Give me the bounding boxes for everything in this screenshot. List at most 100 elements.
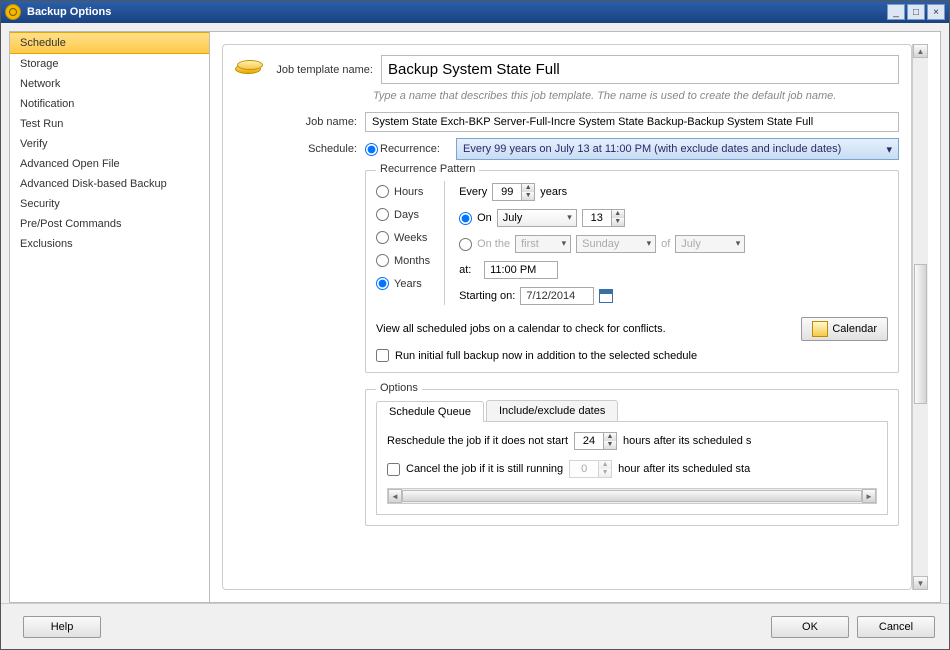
minimize-button[interactable]: _ (887, 4, 905, 20)
cancel-checkbox[interactable] (387, 463, 400, 476)
month-select[interactable]: July (497, 209, 577, 227)
cancel-button[interactable]: Cancel (857, 616, 935, 638)
every-input[interactable] (493, 184, 521, 200)
reschedule-row: Reschedule the job if it does not start … (387, 432, 877, 450)
spin-down-icon: ▼ (598, 469, 611, 477)
at-input[interactable] (484, 261, 558, 279)
tab-include-exclude[interactable]: Include/exclude dates (486, 400, 618, 421)
scroll-left-icon[interactable]: ◄ (388, 489, 402, 503)
close-button[interactable]: × (927, 4, 945, 20)
starting-label: Starting on: (459, 290, 515, 302)
sidebar-item-advanced-open-file[interactable]: Advanced Open File (10, 154, 209, 174)
freq-hours[interactable]: Hours (376, 185, 430, 198)
template-name-input[interactable] (381, 55, 899, 84)
on-date-radio[interactable] (459, 212, 472, 225)
spin-up-icon: ▲ (598, 461, 611, 469)
run-initial-label: Run initial full backup now in addition … (395, 350, 697, 362)
scroll-thumb[interactable] (914, 264, 927, 404)
day-spinner[interactable]: ▲▼ (582, 209, 625, 227)
spin-down-icon[interactable]: ▼ (611, 218, 624, 226)
spin-up-icon[interactable]: ▲ (611, 210, 624, 218)
recurrence-block: Recurrence Pattern Hours Days Weeks Mont… (365, 170, 899, 526)
app-icon (5, 4, 21, 20)
schedule-panel: Job template name: Type a name that desc… (222, 44, 912, 590)
tab-body: Reschedule the job if it does not start … (376, 422, 888, 515)
ordinal-select[interactable]: first (515, 235, 571, 253)
sidebar-item-exclusions[interactable]: Exclusions (10, 234, 209, 254)
every-spinner[interactable]: ▲▼ (492, 183, 535, 201)
freq-months[interactable]: Months (376, 254, 430, 267)
titlebar: Backup Options _ □ × (1, 1, 949, 23)
freq-years[interactable]: Years (376, 277, 430, 290)
every-unit: years (540, 186, 567, 198)
cancel-input (570, 461, 598, 477)
sidebar-item-test-run[interactable]: Test Run (10, 114, 209, 134)
on-date-row: On July ▲▼ (459, 209, 888, 227)
jobname-label: Job name: (235, 116, 365, 128)
ok-button[interactable]: OK (771, 616, 849, 638)
jobname-input[interactable] (365, 112, 899, 132)
cancel-row: Cancel the job if it is still running ▲▼… (387, 460, 877, 478)
sidebar-item-verify[interactable]: Verify (10, 134, 209, 154)
maximize-button[interactable]: □ (907, 4, 925, 20)
tab-schedule-queue[interactable]: Schedule Queue (376, 401, 484, 422)
cancel-spinner: ▲▼ (569, 460, 612, 478)
conflict-text: View all scheduled jobs on a calendar to… (376, 323, 666, 335)
weekday-select[interactable]: Sunday (576, 235, 656, 253)
reschedule-spinner[interactable]: ▲▼ (574, 432, 617, 450)
sidebar-item-prepost[interactable]: Pre/Post Commands (10, 214, 209, 234)
template-label: Job template name: (271, 64, 381, 76)
scroll-right-icon[interactable]: ► (862, 489, 876, 503)
reschedule-post: hours after its scheduled s (623, 435, 751, 447)
main-body: Schedule Storage Network Notification Te… (1, 23, 949, 603)
recurrence-dropdown[interactable]: Every 99 years on July 13 at 11:00 PM (w… (456, 138, 899, 160)
every-row: Every ▲▼ years (459, 183, 888, 201)
run-initial-checkbox[interactable] (376, 349, 389, 362)
spin-up-icon[interactable]: ▲ (603, 433, 616, 441)
scroll-up-icon[interactable]: ▲ (913, 44, 928, 58)
sidebar-item-storage[interactable]: Storage (10, 54, 209, 74)
sidebar-item-advanced-disk-backup[interactable]: Advanced Disk-based Backup (10, 174, 209, 194)
calendar-icon[interactable] (599, 289, 613, 303)
scroll-thumb[interactable] (402, 490, 862, 502)
freq-days[interactable]: Days (376, 208, 430, 221)
spin-down-icon[interactable]: ▼ (603, 441, 616, 449)
sidebar-item-notification[interactable]: Notification (10, 94, 209, 114)
starting-input[interactable] (520, 287, 594, 305)
template-hint: Type a name that describes this job temp… (373, 90, 899, 102)
help-button[interactable]: Help (23, 616, 101, 638)
every-label: Every (459, 186, 487, 198)
schedule-label: Schedule: (235, 143, 365, 155)
at-label: at: (459, 264, 479, 276)
on-the-row: On the first Sunday of July (459, 235, 888, 253)
schedule-row: Schedule: Recurrence: Every 99 years on … (235, 138, 899, 160)
freq-weeks[interactable]: Weeks (376, 231, 430, 244)
pattern-body: Hours Days Weeks Months Years Every (376, 181, 888, 305)
of-month-select[interactable]: July (675, 235, 745, 253)
at-row: at: (459, 261, 888, 279)
reschedule-input[interactable] (575, 433, 603, 449)
day-input[interactable] (583, 210, 611, 226)
cancel-post: hour after its scheduled sta (618, 463, 750, 475)
disk-icon (235, 60, 263, 80)
footer: Help OK Cancel (1, 603, 949, 649)
spin-up-icon[interactable]: ▲ (521, 184, 534, 192)
scroll-down-icon[interactable]: ▼ (913, 576, 928, 590)
spin-down-icon[interactable]: ▼ (521, 192, 534, 200)
run-initial-row: Run initial full backup now in addition … (376, 349, 888, 362)
detail-column: Every ▲▼ years On (459, 181, 888, 305)
options-tabs: Schedule Queue Include/exclude dates (376, 400, 888, 422)
vertical-scrollbar[interactable]: ▲ ▼ (912, 44, 928, 590)
horizontal-scrollbar[interactable]: ◄ ► (387, 488, 877, 504)
sidebar-item-security[interactable]: Security (10, 194, 209, 214)
sidebar-item-network[interactable]: Network (10, 74, 209, 94)
on-label: On (477, 212, 492, 224)
calendar-button[interactable]: Calendar (801, 317, 888, 341)
sidebar: Schedule Storage Network Notification Te… (9, 31, 209, 603)
sidebar-item-schedule[interactable]: Schedule (10, 32, 209, 54)
recurrence-radio[interactable] (365, 143, 378, 156)
content-area: Job template name: Type a name that desc… (209, 31, 941, 603)
on-the-radio[interactable] (459, 238, 472, 251)
options-legend: Options (376, 382, 422, 394)
jobname-row: Job name: (235, 112, 899, 132)
